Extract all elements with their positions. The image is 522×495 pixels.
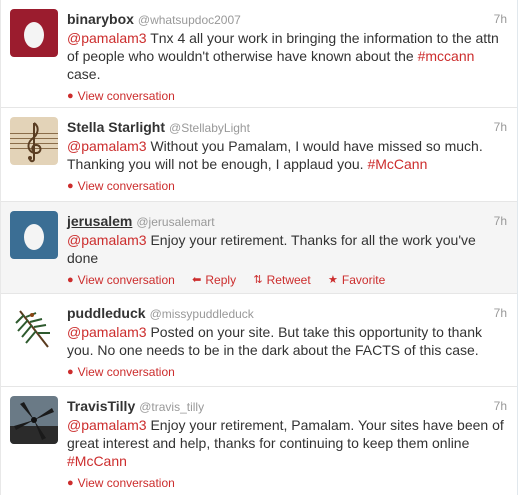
avatar[interactable]	[10, 9, 58, 57]
mention-link[interactable]: @pamalam3	[67, 30, 147, 46]
view-conversation-label: View conversation	[77, 89, 175, 104]
tweet-item[interactable]: jerusalem @jerusalemart 7h @pamalam3 Enjo…	[1, 202, 517, 294]
tweet-timeline: binarybox @whatsupdoc2007 7h @pamalam3 Tn…	[0, 0, 518, 495]
speech-bubble-icon: ●	[67, 90, 74, 103]
egg-avatar-icon	[10, 9, 58, 57]
tweet-item[interactable]: TravisTilly @travis_tilly 7h @pamalam3 En…	[1, 387, 517, 495]
avatar[interactable]	[10, 303, 58, 351]
tweet-text: @pamalam3 Without you Pamalam, I would h…	[67, 137, 517, 173]
avatar[interactable]	[10, 396, 58, 444]
timestamp[interactable]: 7h	[494, 211, 507, 231]
tweet-actions: ● View conversation ⬅ Reply ⇅ Retweet ★ Favo…	[67, 271, 517, 287]
mention-link[interactable]: @pamalam3	[67, 417, 147, 433]
reply-label: Reply	[205, 273, 237, 288]
view-conversation-label: View conversation	[77, 273, 175, 288]
egg-avatar-icon	[10, 211, 58, 259]
username[interactable]: @travis_tilly	[139, 400, 204, 414]
windmill-avatar-icon	[10, 396, 58, 444]
tweet-header: TravisTilly @travis_tilly 7h	[67, 396, 517, 416]
fullname[interactable]: Stella Starlight	[67, 119, 165, 135]
tweet-actions: ● View conversation	[67, 87, 517, 103]
tweet-actions: ● View conversation	[67, 177, 517, 193]
tweet-actions: ● View conversation	[67, 363, 517, 379]
tweet-header: Stella Starlight @StellabyLight 7h	[67, 117, 517, 137]
view-conversation-link[interactable]: ● View conversation	[67, 177, 175, 194]
tweet-text: @pamalam3 Tnx 4 all your work in bringin…	[67, 29, 517, 83]
view-conversation-link[interactable]: ● View conversation	[67, 87, 175, 104]
mention-link[interactable]: @pamalam3	[67, 232, 147, 248]
tweet-text: @pamalam3 Enjoy your retirement. Thanks …	[67, 231, 517, 267]
timestamp[interactable]: 7h	[494, 396, 507, 416]
speech-bubble-icon: ●	[67, 477, 74, 490]
username[interactable]: @StellabyLight	[169, 121, 250, 135]
view-conversation-link[interactable]: ● View conversation	[67, 363, 175, 380]
view-conversation-label: View conversation	[77, 476, 175, 491]
hashtag-link[interactable]: #McCann	[367, 156, 427, 172]
speech-bubble-icon: ●	[67, 366, 74, 379]
favorite-label: Favorite	[341, 273, 386, 288]
hashtag-link[interactable]: #McCann	[67, 453, 127, 469]
username[interactable]: @missypuddleduck	[150, 307, 254, 321]
fullname[interactable]: jerusalem	[67, 213, 132, 229]
retweet-label: Retweet	[266, 273, 311, 288]
tweet-text: @pamalam3 Enjoy your retirement, Pamalam…	[67, 416, 517, 470]
fullname[interactable]: puddleduck	[67, 305, 146, 321]
favorite-button[interactable]: ★ Favorite	[328, 271, 385, 288]
tweet-item[interactable]: Stella Starlight @StellabyLight 7h @pamal…	[1, 108, 517, 202]
username[interactable]: @whatsupdoc2007	[138, 13, 241, 27]
timestamp[interactable]: 7h	[494, 117, 507, 137]
retweet-button[interactable]: ⇅ Retweet	[253, 271, 310, 288]
view-conversation-label: View conversation	[77, 365, 175, 380]
tweet-header: puddleduck @missypuddleduck 7h	[67, 303, 517, 323]
hashtag-link[interactable]: #mccann	[418, 48, 475, 64]
tweet-header: jerusalem @jerusalemart 7h	[67, 211, 517, 231]
mention-link[interactable]: @pamalam3	[67, 138, 147, 154]
reply-arrow-icon: ⬅	[192, 274, 202, 287]
reply-button[interactable]: ⬅ Reply	[192, 271, 236, 288]
timestamp[interactable]: 7h	[494, 9, 507, 29]
tweet-item[interactable]: puddleduck @missypuddleduck 7h @pamalam3 …	[1, 294, 517, 387]
avatar[interactable]	[10, 211, 58, 259]
view-conversation-link[interactable]: ● View conversation	[67, 271, 175, 288]
avatar[interactable]	[10, 117, 58, 165]
tweet-text: @pamalam3 Posted on your site. But take …	[67, 323, 517, 359]
timestamp[interactable]: 7h	[494, 303, 507, 323]
speech-bubble-icon: ●	[67, 274, 74, 287]
view-conversation-link[interactable]: ● View conversation	[67, 474, 175, 491]
tweet-actions: ● View conversation	[67, 474, 517, 490]
tweet-text-tail: case.	[67, 66, 101, 82]
tweet-header: binarybox @whatsupdoc2007 7h	[67, 9, 517, 29]
star-icon: ★	[328, 274, 338, 287]
fullname[interactable]: binarybox	[67, 11, 134, 27]
mention-link[interactable]: @pamalam3	[67, 324, 147, 340]
view-conversation-label: View conversation	[77, 179, 175, 194]
treble-clef-avatar-icon	[10, 117, 58, 165]
retweet-icon: ⇅	[253, 274, 263, 287]
username[interactable]: @jerusalemart	[136, 215, 214, 229]
fullname[interactable]: TravisTilly	[67, 398, 135, 414]
pine-branch-avatar-icon	[10, 303, 58, 351]
speech-bubble-icon: ●	[67, 180, 74, 193]
tweet-item[interactable]: binarybox @whatsupdoc2007 7h @pamalam3 Tn…	[1, 0, 517, 108]
